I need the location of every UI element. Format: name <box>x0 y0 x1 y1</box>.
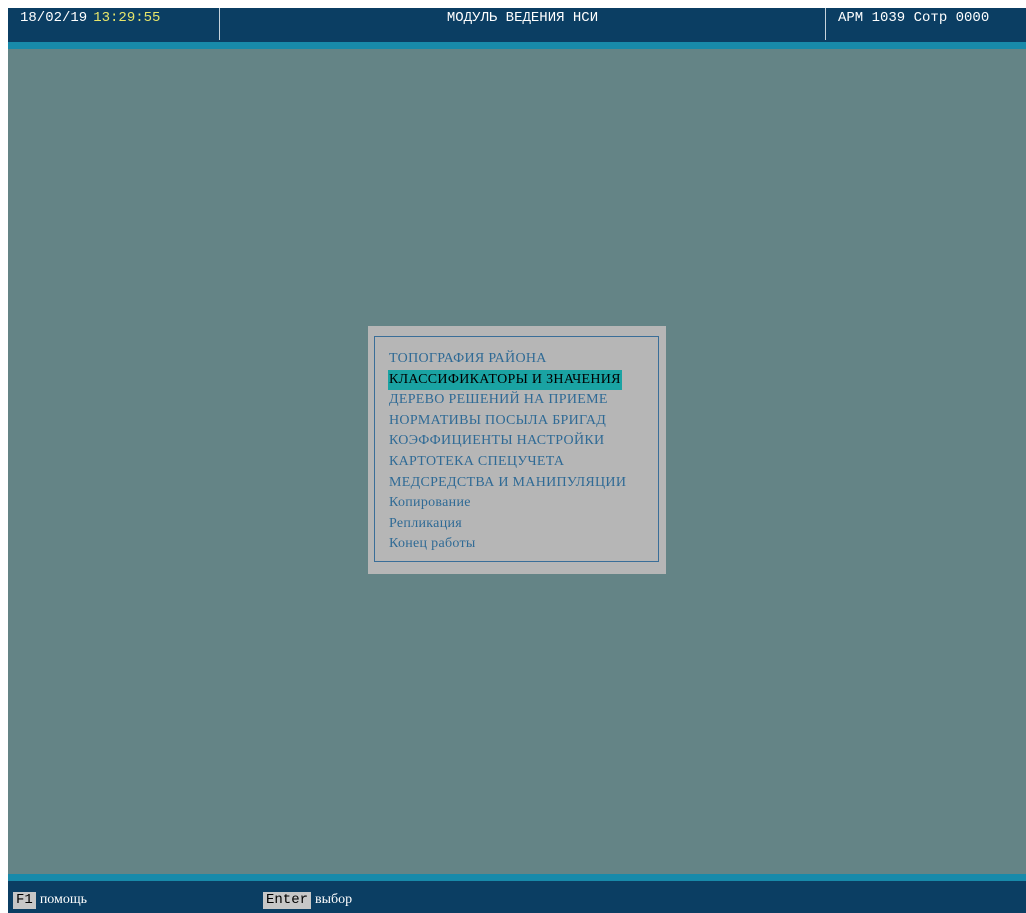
main-menu-panel: ТОПОГРАФИЯ РАЙОНА КЛАССИФИКАТОРЫ И ЗНАЧЕ… <box>368 326 666 574</box>
select-hint[interactable]: Enter выбор <box>263 891 352 909</box>
time-display: 13:29:55 <box>93 10 161 26</box>
help-label: помощь <box>39 892 88 907</box>
menu-item-label: ДЕРЕВО РЕШЕНИЙ НА ПРИЕМЕ <box>389 392 608 408</box>
menu-item-topography[interactable]: ТОПОГРАФИЯ РАЙОНА <box>388 349 627 370</box>
header-stripe <box>8 42 1026 49</box>
window-title: МОДУЛЬ ВЕДЕНИЯ НСИ <box>220 8 826 40</box>
desktop-area: ТОПОГРАФИЯ РАЙОНА КЛАССИФИКАТОРЫ И ЗНАЧЕ… <box>8 49 1026 874</box>
workstation-info: АРМ 1039 Сотр 0000 <box>838 10 990 26</box>
menu-item-label: МЕДСРЕДСТВА И МАНИПУЛЯЦИИ <box>389 474 627 490</box>
header-bar: 18/02/19 13:29:55 МОДУЛЬ ВЕДЕНИЯ НСИ АРМ … <box>8 8 1026 42</box>
menu-item-special-records[interactable]: КАРТОТЕКА СПЕЦУЧЕТА <box>388 452 627 473</box>
main-menu: ТОПОГРАФИЯ РАЙОНА КЛАССИФИКАТОРЫ И ЗНАЧЕ… <box>388 349 627 555</box>
footer-bar: F1 помощь Enter выбор <box>8 881 1026 913</box>
menu-item-label: Копирование <box>389 495 471 511</box>
menu-item-classifiers[interactable]: КЛАССИФИКАТОРЫ И ЗНАЧЕНИЯ <box>388 369 627 391</box>
menu-item-label: НОРМАТИВЫ ПОСЫЛА БРИГАД <box>389 412 607 428</box>
footer-stripe <box>8 874 1026 881</box>
menu-item-copying[interactable]: Копирование <box>388 493 627 514</box>
menu-item-label: КАРТОТЕКА СПЕЦУЧЕТА <box>389 453 565 469</box>
f1-key: F1 <box>13 892 36 909</box>
enter-key: Enter <box>263 892 312 909</box>
menu-item-label: Репликация <box>389 515 463 531</box>
menu-item-decision-tree[interactable]: ДЕРЕВО РЕШЕНИЙ НА ПРИЕМЕ <box>388 390 627 411</box>
terminal-screen: 18/02/19 13:29:55 МОДУЛЬ ВЕДЕНИЯ НСИ АРМ … <box>8 8 1026 913</box>
menu-item-tuning-coefficients[interactable]: КОЭФФИЦИЕНТЫ НАСТРОЙКИ <box>388 431 627 452</box>
menu-item-exit[interactable]: Конец работы <box>388 534 627 555</box>
select-label: выбор <box>315 892 353 907</box>
menu-item-label-selected: КЛАССИФИКАТОРЫ И ЗНАЧЕНИЯ <box>388 369 622 391</box>
menu-item-medications[interactable]: МЕДСРЕДСТВА И МАНИПУЛЯЦИИ <box>388 473 627 494</box>
menu-item-label: Конец работы <box>389 536 476 552</box>
menu-item-label: КОЭФФИЦИЕНТЫ НАСТРОЙКИ <box>389 433 605 449</box>
datetime-cell: 18/02/19 13:29:55 <box>8 8 220 40</box>
date-display: 18/02/19 <box>20 10 88 26</box>
menu-item-label: ТОПОГРАФИЯ РАЙОНА <box>389 351 547 366</box>
menu-item-replication[interactable]: Репликация <box>388 514 627 535</box>
menu-item-brigade-norms[interactable]: НОРМАТИВЫ ПОСЫЛА БРИГАД <box>388 411 627 432</box>
help-hint[interactable]: F1 помощь <box>13 891 87 909</box>
